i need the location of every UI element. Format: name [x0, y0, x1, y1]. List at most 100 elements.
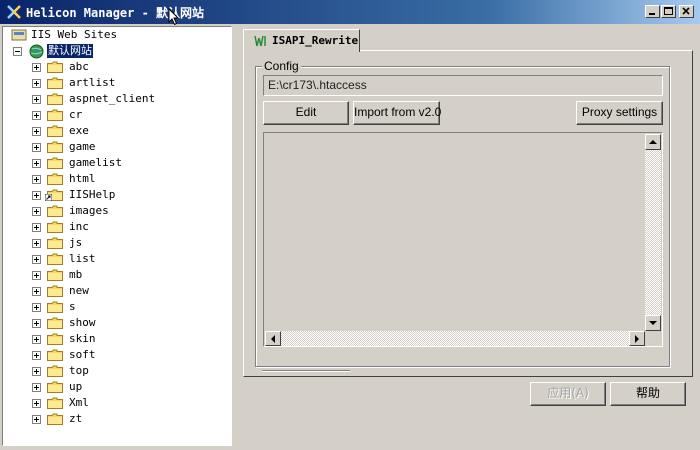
- tree-site-item[interactable]: 默认网站: [9, 43, 209, 59]
- expand-toggle[interactable]: [32, 303, 41, 312]
- tree-folder-label: images: [69, 204, 109, 217]
- expand-toggle[interactable]: [32, 319, 41, 328]
- tree-folder-item[interactable]: mb: [3, 267, 223, 283]
- tree-folder-item[interactable]: js: [3, 235, 223, 251]
- expand-toggle[interactable]: [32, 415, 41, 424]
- arrow-left-icon: [271, 335, 275, 343]
- title-bar[interactable]: Helicon Manager - 默认网站: [0, 0, 700, 24]
- maximize-button[interactable]: [661, 5, 676, 18]
- folder-icon: [47, 173, 63, 185]
- import-button[interactable]: Import from v2.0: [353, 101, 441, 125]
- tree-folder-label: list: [69, 252, 96, 265]
- tree-folder-item[interactable]: zt: [3, 411, 223, 427]
- expand-toggle[interactable]: [32, 127, 41, 136]
- tree-folder-item[interactable]: cr: [3, 107, 223, 123]
- tree-folder-item[interactable]: show: [3, 315, 223, 331]
- help-button[interactable]: 帮助: [610, 382, 686, 406]
- scroll-up-button[interactable]: [645, 134, 661, 150]
- tree-folder-label: cr: [69, 108, 83, 121]
- expand-toggle[interactable]: [32, 191, 41, 200]
- tree-folder-label: abc: [69, 60, 89, 73]
- apply-button[interactable]: 应用(A): [530, 382, 606, 406]
- tree-folder-item[interactable]: inc: [3, 219, 223, 235]
- expand-toggle[interactable]: [32, 271, 41, 280]
- tree-folder-item[interactable]: Xml: [3, 395, 223, 411]
- tree-folder-label: up: [69, 380, 83, 393]
- tree-folder-item[interactable]: skin: [3, 331, 223, 347]
- expand-toggle[interactable]: [32, 111, 41, 120]
- close-button[interactable]: [679, 5, 694, 18]
- rewrite-module-icon: [254, 35, 266, 47]
- expand-toggle[interactable]: [32, 95, 41, 104]
- tree-folder-label: Xml: [69, 396, 89, 409]
- folder-icon: [47, 365, 63, 377]
- tree-folder-item[interactable]: list: [3, 251, 223, 267]
- tree-site-label: 默认网站: [47, 44, 93, 58]
- tree-folder-label: mb: [69, 268, 83, 281]
- tab-isapi-rewrite[interactable]: ISAPI_Rewrite: [243, 29, 360, 52]
- expand-toggle[interactable]: [32, 159, 41, 168]
- expand-toggle[interactable]: [32, 143, 41, 152]
- tree-folder-item[interactable]: soft: [3, 347, 223, 363]
- tree-folder-item[interactable]: IISHelp: [3, 187, 223, 203]
- folder-icon: [47, 381, 63, 393]
- folder-icon: [47, 157, 63, 169]
- tree-folder-item[interactable]: aspnet_client: [3, 91, 223, 107]
- tree-folder-label: inc: [69, 220, 89, 233]
- folder-icon: [47, 413, 63, 425]
- vertical-scrollbar[interactable]: [645, 134, 661, 331]
- horizontal-scrollbar[interactable]: [265, 331, 645, 346]
- site-tree-view[interactable]: IIS Web Sites 默认网站 abc artlist aspnet_clie…: [2, 26, 232, 446]
- config-path-field[interactable]: E:\cr173\.htaccess: [263, 75, 663, 96]
- folder-icon: [47, 221, 63, 233]
- expand-toggle[interactable]: [32, 79, 41, 88]
- tree-folder-item[interactable]: up: [3, 379, 223, 395]
- expand-toggle[interactable]: [32, 239, 41, 248]
- tree-folder-item[interactable]: s: [3, 299, 223, 315]
- folder-icon: [47, 109, 63, 121]
- config-editor-area[interactable]: [263, 132, 663, 347]
- tree-folder-label: exe: [69, 124, 89, 137]
- tree-folder-item[interactable]: images: [3, 203, 223, 219]
- expand-toggle[interactable]: [32, 175, 41, 184]
- tree-folder-item[interactable]: abc: [3, 59, 223, 75]
- minimize-icon: [649, 13, 655, 15]
- edit-button[interactable]: Edit: [263, 101, 349, 125]
- tree-folder-item[interactable]: new: [3, 283, 223, 299]
- expand-toggle[interactable]: [32, 223, 41, 232]
- tree-folder-item[interactable]: top: [3, 363, 223, 379]
- expand-toggle[interactable]: [32, 399, 41, 408]
- tree-folder-item[interactable]: exe: [3, 123, 223, 139]
- tree-folder-label: top: [69, 364, 89, 377]
- expand-toggle[interactable]: [32, 207, 41, 216]
- panel-separator: [262, 370, 350, 372]
- scroll-down-button[interactable]: [645, 315, 661, 331]
- collapse-toggle[interactable]: [13, 47, 22, 56]
- tree-root-item[interactable]: IIS Web Sites: [9, 27, 209, 43]
- tree-folder-label: zt: [69, 412, 83, 425]
- folder-icon: [47, 253, 63, 265]
- expand-toggle[interactable]: [32, 351, 41, 360]
- expand-toggle[interactable]: [32, 63, 41, 72]
- scroll-left-button[interactable]: [265, 331, 281, 346]
- tree-folder-label: show: [69, 316, 96, 329]
- tree-folder-label: IISHelp: [69, 188, 116, 201]
- tab-label: ISAPI_Rewrite: [272, 34, 359, 47]
- tree-folder-item[interactable]: artlist: [3, 75, 223, 91]
- folder-shortcut-icon: [45, 189, 63, 201]
- scroll-right-button[interactable]: [629, 331, 645, 346]
- expand-toggle[interactable]: [32, 287, 41, 296]
- proxy-settings-button[interactable]: Proxy settings: [576, 101, 663, 125]
- folder-icon: [47, 397, 63, 409]
- expand-toggle[interactable]: [32, 367, 41, 376]
- expand-toggle[interactable]: [32, 383, 41, 392]
- expand-toggle[interactable]: [32, 255, 41, 264]
- helicon-app-icon: [7, 5, 21, 19]
- tree-folder-item[interactable]: game: [3, 139, 223, 155]
- minimize-button[interactable]: [645, 5, 660, 18]
- expand-toggle[interactable]: [32, 335, 41, 344]
- tree-folder-item[interactable]: html: [3, 171, 223, 187]
- tree-folder-label: game: [69, 140, 96, 153]
- tree-folder-item[interactable]: gamelist: [3, 155, 223, 171]
- arrow-right-icon: [635, 335, 639, 343]
